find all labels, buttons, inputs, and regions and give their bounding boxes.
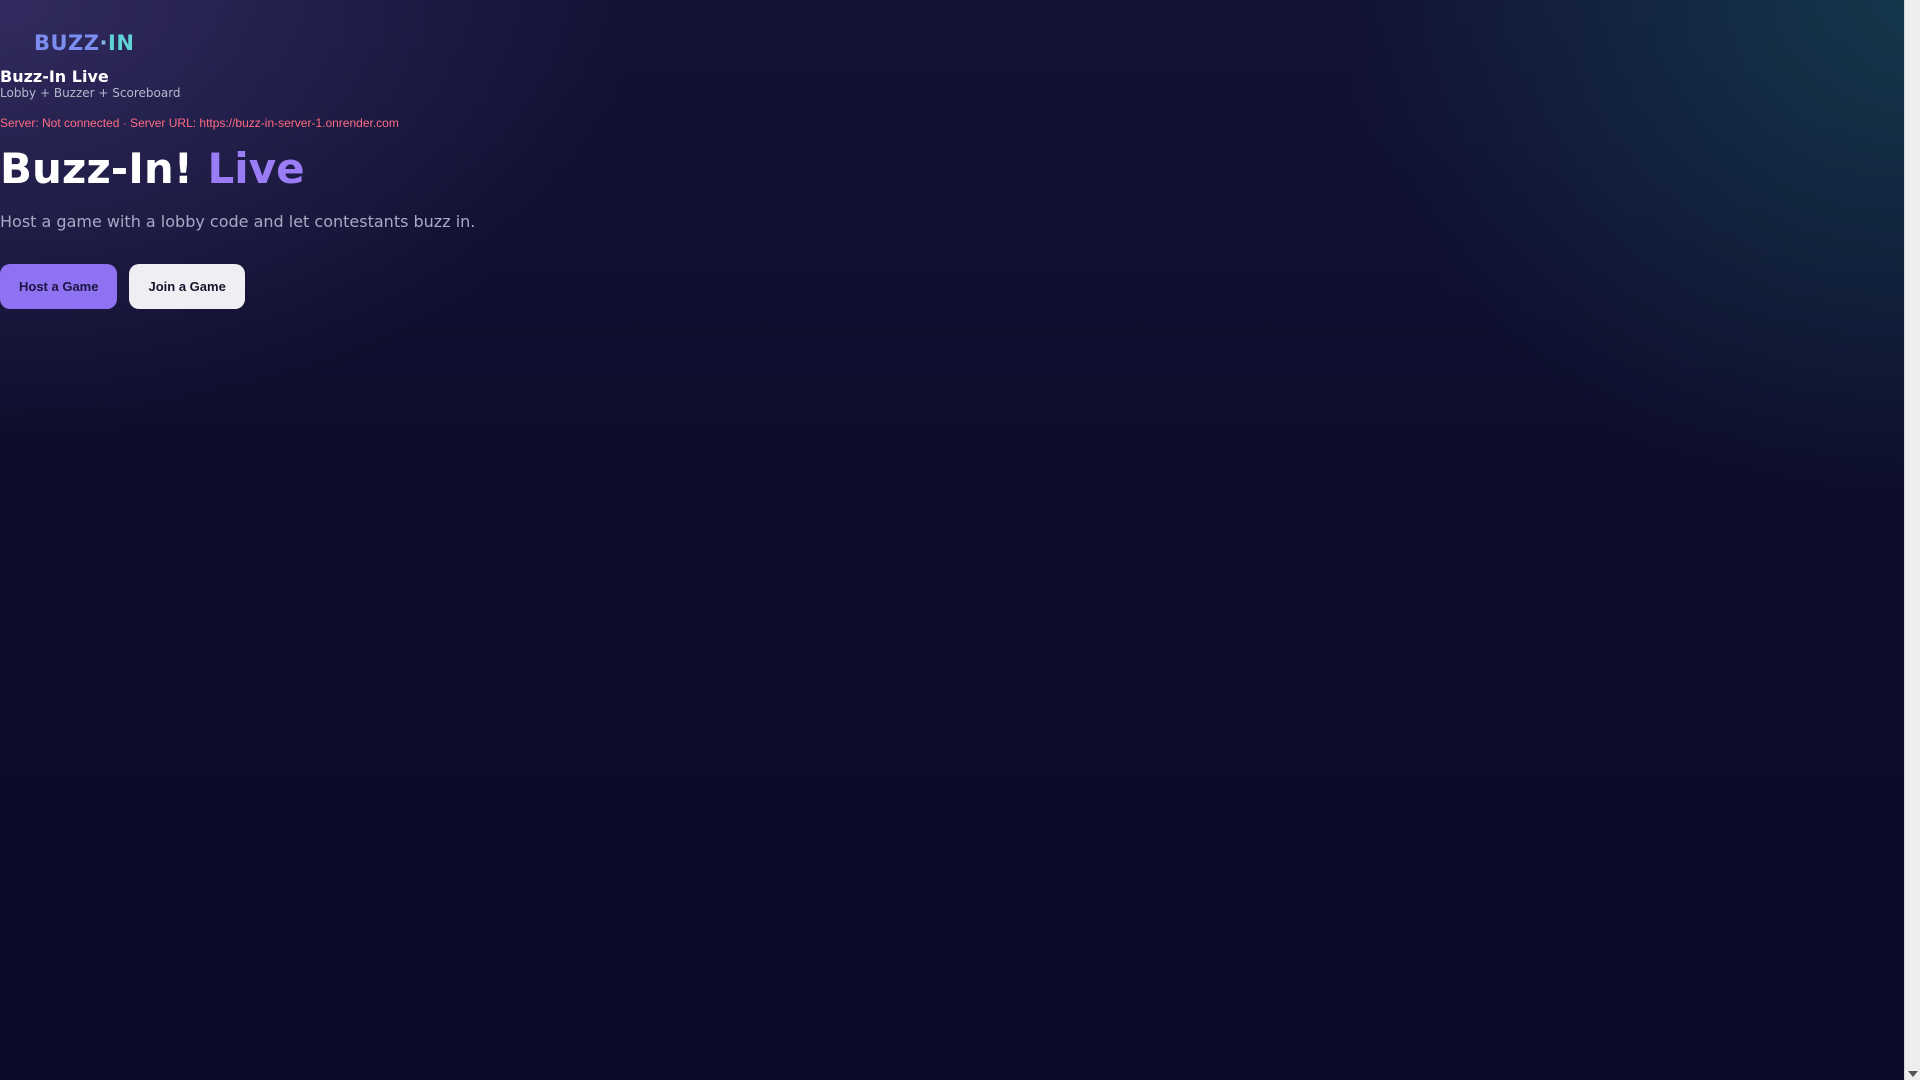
hero-title: Buzz-In! Live (0, 143, 305, 195)
hero-title-main: Buzz-In! (0, 144, 193, 193)
page-scrollbar[interactable] (1904, 0, 1920, 1080)
brand-title: Buzz-In Live (0, 67, 109, 86)
hero-title-accent: Live (207, 144, 305, 193)
app-root: BUZZ·IN Buzz-In Live Lobby + Buzzer + Sc… (0, 0, 1904, 1080)
join-game-button[interactable]: Join a Game (129, 264, 245, 309)
host-game-button[interactable]: Host a Game (0, 264, 118, 309)
action-buttons: Host a Game Join a Game (0, 264, 245, 309)
buzz-in-logo: BUZZ·IN (34, 30, 134, 56)
logo-text-buzz: BUZZ (34, 31, 100, 55)
chevron-down-icon[interactable] (1908, 1071, 1918, 1077)
logo-text-in: IN (108, 31, 135, 55)
hero-subtitle: Host a game with a lobby code and let co… (0, 212, 476, 231)
brand-subtitle: Lobby + Buzzer + Scoreboard (0, 86, 181, 100)
logo-text-dot: · (99, 31, 108, 55)
server-status-text: Server: Not connected · Server URL: http… (0, 116, 399, 130)
